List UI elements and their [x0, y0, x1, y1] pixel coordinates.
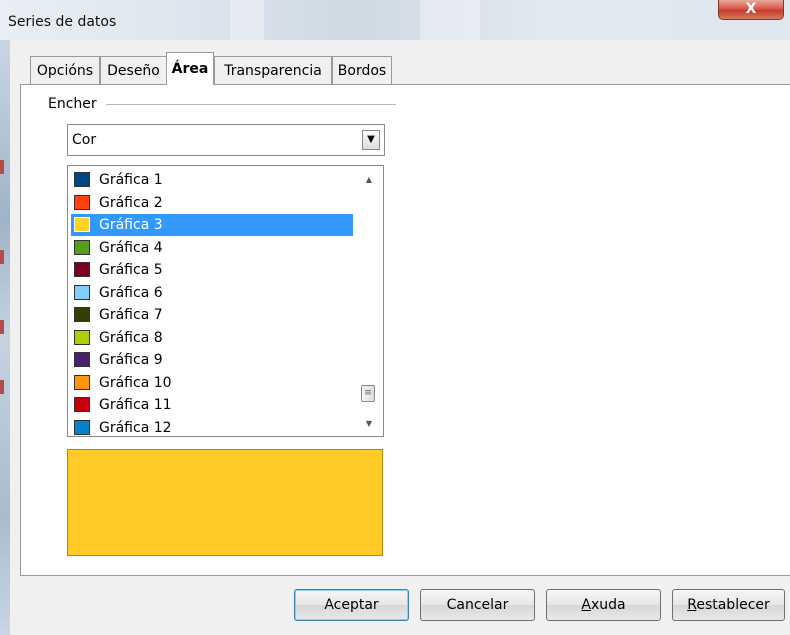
list-item[interactable]: Gráfica 8	[71, 327, 353, 349]
list-item[interactable]: Gráfica 11	[71, 394, 353, 416]
color-label: Gráfica 8	[99, 329, 163, 346]
fill-type-select[interactable]: Cor ▼	[67, 124, 385, 156]
tab-options[interactable]: Opcións	[30, 56, 100, 84]
scroll-down-arrow-icon[interactable]: ▼	[361, 416, 377, 432]
ok-button-label: Aceptar	[324, 597, 379, 613]
color-label: Gráfica 7	[99, 307, 163, 323]
color-label: Gráfica 10	[99, 374, 172, 391]
tab-label: Bordos	[337, 63, 387, 79]
tab-label: Deseño	[107, 63, 160, 79]
help-mnemonic: A	[581, 597, 591, 613]
color-label: Gráfica 5	[99, 262, 163, 278]
tab-transparency[interactable]: Transparencia	[214, 56, 332, 84]
color-swatch	[74, 307, 90, 322]
color-swatch	[74, 284, 90, 300]
color-swatch	[74, 352, 90, 367]
tab-label: Área	[171, 61, 209, 77]
help-button-label: xuda	[590, 597, 626, 613]
list-item[interactable]: Gráfica 10	[71, 372, 353, 394]
cancel-button-label: Cancelar	[446, 597, 509, 613]
list-item[interactable]: Gráfica 1	[71, 169, 353, 191]
list-item[interactable]: Gráfica 9	[71, 349, 353, 371]
dropdown-arrow-icon[interactable]: ▼	[362, 130, 380, 150]
tab-borders[interactable]: Bordos	[332, 56, 392, 84]
color-label: Gráfica 12	[99, 419, 172, 436]
color-label: Gráfica 4	[99, 239, 163, 256]
list-item[interactable]: Gráfica 6	[71, 282, 353, 304]
tab-design[interactable]: Deseño	[100, 56, 167, 84]
color-swatch	[74, 239, 90, 255]
color-swatch	[74, 262, 90, 277]
scroll-up-arrow-icon[interactable]: ▲	[361, 172, 377, 188]
list-item[interactable]: Gráfica 2	[71, 192, 353, 214]
color-list[interactable]: ▲ ≡ ▼ Gráfica 1 Gráfica 2 Gráfica 3 Gráfica…	[67, 165, 384, 437]
title-bar: Series de datos X	[0, 0, 790, 40]
fill-type-value: Cor	[72, 132, 97, 148]
list-item[interactable]: Gráfica 7	[71, 304, 353, 326]
color-swatch	[74, 419, 90, 435]
close-button[interactable]: X	[718, 0, 784, 20]
tab-label: Opcións	[36, 63, 94, 79]
group-divider	[106, 104, 396, 105]
close-icon: X	[745, 1, 757, 17]
scroll-thumb[interactable]: ≡	[361, 385, 375, 402]
fill-group-label: Encher	[48, 96, 101, 112]
color-label: Gráfica 9	[99, 352, 163, 368]
color-label: Gráfica 3	[99, 217, 163, 233]
list-scrollbar[interactable]: ▲ ≡ ▼	[356, 166, 383, 436]
reset-button[interactable]: Restablecer	[672, 589, 785, 621]
color-swatch	[74, 374, 90, 390]
color-swatch	[74, 194, 90, 210]
color-label: Gráfica 11	[99, 397, 172, 413]
color-swatch	[74, 397, 90, 412]
color-label: Gráfica 6	[99, 284, 163, 301]
ok-button[interactable]: Aceptar	[294, 589, 409, 621]
color-label: Gráfica 1	[99, 172, 163, 188]
help-button[interactable]: Axuda	[546, 589, 661, 621]
tab-label: Transparencia	[224, 63, 322, 79]
color-swatch	[74, 172, 90, 187]
color-swatch	[74, 217, 90, 232]
reset-button-label: establecer	[696, 597, 770, 613]
tab-area[interactable]: Área	[166, 52, 214, 85]
window-title: Series de datos	[8, 14, 117, 30]
cancel-button[interactable]: Cancelar	[420, 589, 535, 621]
background-window-edge	[0, 40, 10, 635]
fill-preview	[67, 449, 383, 556]
list-item[interactable]: Gráfica 5	[71, 259, 353, 281]
list-item[interactable]: Gráfica 12	[71, 417, 353, 437]
list-item[interactable]: Gráfica 3	[71, 214, 353, 236]
color-label: Gráfica 2	[99, 194, 163, 211]
reset-mnemonic: R	[687, 597, 697, 613]
list-item[interactable]: Gráfica 4	[71, 237, 353, 259]
color-swatch	[74, 329, 90, 345]
